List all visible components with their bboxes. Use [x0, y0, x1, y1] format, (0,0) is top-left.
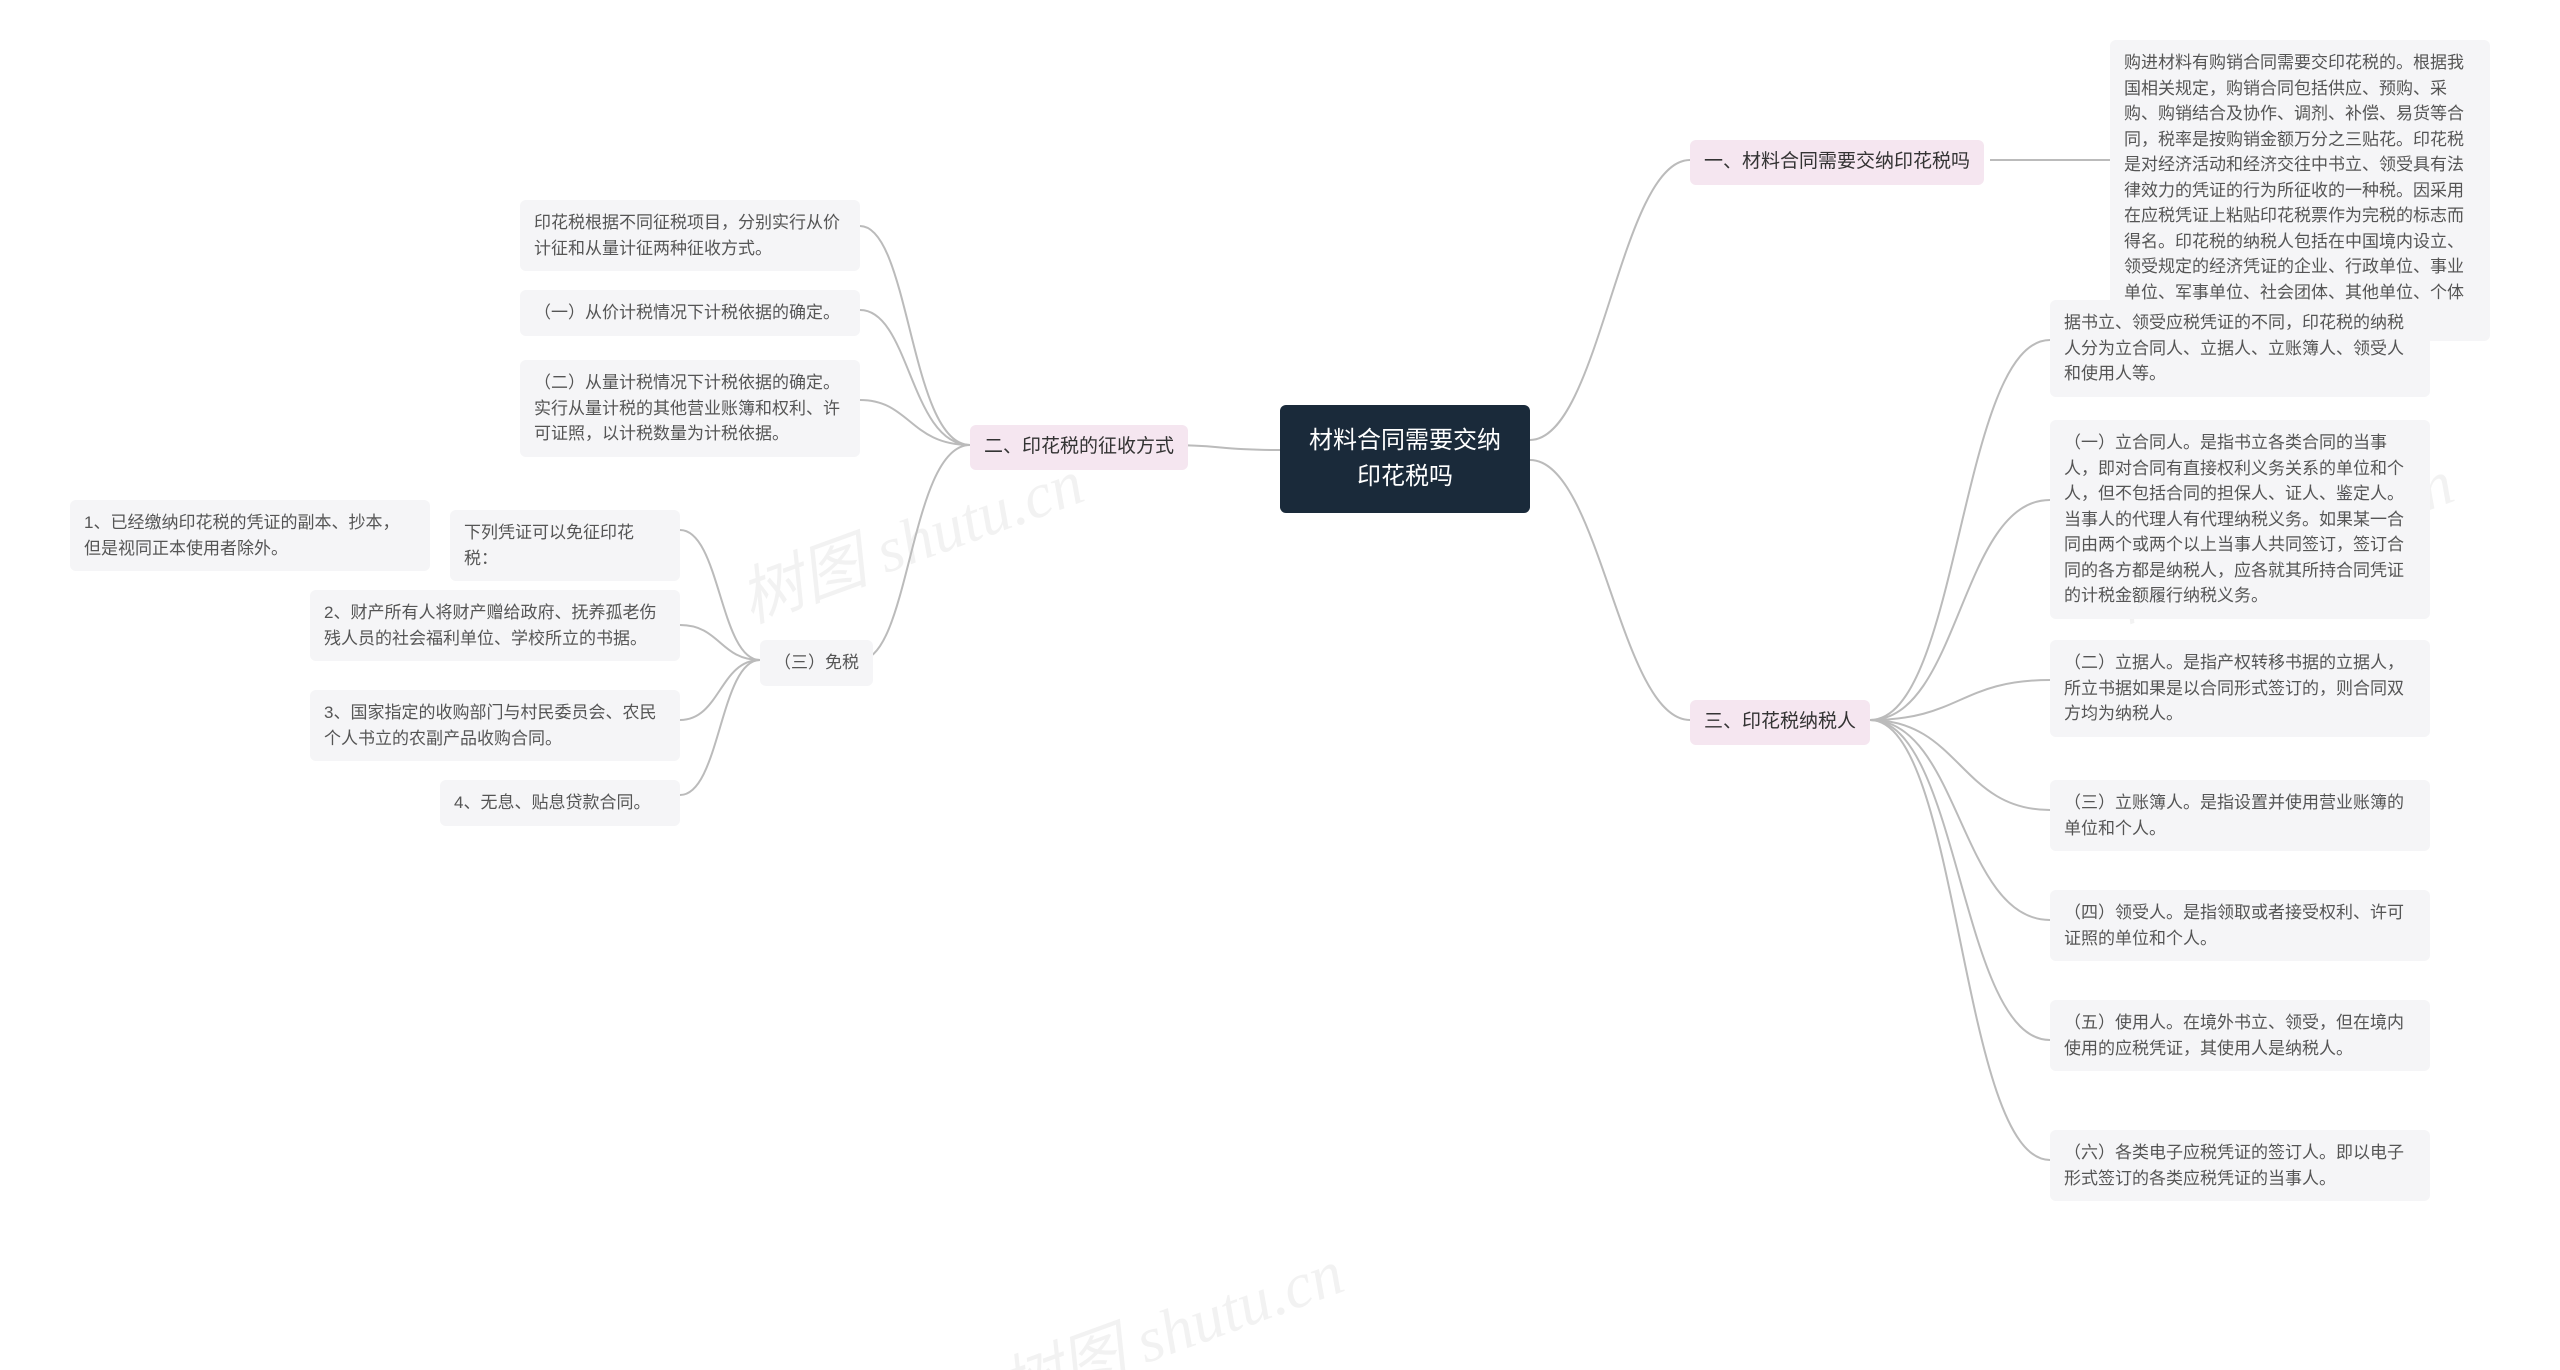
branch-3-c4[interactable]: （四）领受人。是指领取或者接受权利、许可证照的单位和个人。 [2050, 890, 2430, 961]
branch-2-c0[interactable]: 印花税根据不同征税项目，分别实行从价计征和从量计征两种征收方式。 [520, 200, 860, 271]
branch-3-c3[interactable]: （三）立账簿人。是指设置并使用营业账簿的单位和个人。 [2050, 780, 2430, 851]
branch-2[interactable]: 二、印花税的征收方式 [970, 425, 1188, 470]
branch-2-c3-s4[interactable]: 4、无息、贴息贷款合同。 [440, 780, 680, 826]
branch-3-c6[interactable]: （六）各类电子应税凭证的签订人。即以电子形式签订的各类应税凭证的当事人。 [2050, 1130, 2430, 1201]
branch-1[interactable]: 一、材料合同需要交纳印花税吗 [1690, 140, 1984, 185]
branch-2-c3-s0[interactable]: 下列凭证可以免征印花税： [450, 510, 680, 581]
branch-2-c3-s3[interactable]: 3、国家指定的收购部门与村民委员会、农民个人书立的农副产品收购合同。 [310, 690, 680, 761]
branch-2-c3[interactable]: （三）免税 [760, 640, 873, 686]
branch-3-c1[interactable]: （一）立合同人。是指书立各类合同的当事人，即对合同有直接权利义务关系的单位和个人… [2050, 420, 2430, 619]
branch-2-c3-s1[interactable]: 1、已经缴纳印花税的凭证的副本、抄本，但是视同正本使用者除外。 [70, 500, 430, 571]
branch-2-c3-s2[interactable]: 2、财产所有人将财产赠给政府、抚养孤老伤残人员的社会福利单位、学校所立的书据。 [310, 590, 680, 661]
branch-2-c2[interactable]: （二）从量计税情况下计税依据的确定。实行从量计税的其他营业账簿和权利、许可证照，… [520, 360, 860, 457]
branch-1-desc[interactable]: 购进材料有购销合同需要交印花税的。根据我国相关规定，购销合同包括供应、预购、采购… [2110, 40, 2490, 341]
branch-3-c5[interactable]: （五）使用人。在境外书立、领受，但在境内使用的应税凭证，其使用人是纳税人。 [2050, 1000, 2430, 1071]
branch-2-c1[interactable]: （一）从价计税情况下计税依据的确定。 [520, 290, 860, 336]
root-node[interactable]: 材料合同需要交纳印花税吗 [1280, 405, 1530, 513]
branch-3-c2[interactable]: （二）立据人。是指产权转移书据的立据人，所立书据如果是以合同形式签订的，则合同双… [2050, 640, 2430, 737]
branch-3[interactable]: 三、印花税纳税人 [1690, 700, 1870, 745]
branch-3-c0[interactable]: 据书立、领受应税凭证的不同，印花税的纳税人分为立合同人、立据人、立账簿人、领受人… [2050, 300, 2430, 397]
watermark: 树图 shutu.cn [985, 1221, 1354, 1370]
